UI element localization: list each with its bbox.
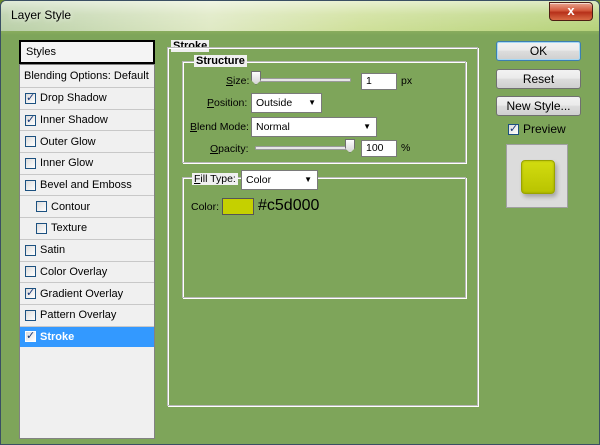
style-checkbox[interactable] xyxy=(25,286,36,300)
style-checkbox[interactable] xyxy=(25,91,36,104)
window-title: Layer Style xyxy=(11,8,72,22)
preview-checkbox[interactable] xyxy=(508,122,519,135)
style-item-pattern-overlay[interactable]: Pattern Overlay xyxy=(20,303,154,326)
style-item-texture[interactable]: Texture xyxy=(20,217,154,239)
color-label: Color: xyxy=(191,201,220,213)
structure-title: Structure xyxy=(194,55,247,67)
opacity-label: Opacity: xyxy=(210,143,249,155)
styles-list: Styles Blending Options: Default Drop Sh… xyxy=(19,40,155,439)
fill-type-label: Fill Type: xyxy=(192,173,238,185)
style-item-label: Stroke xyxy=(40,330,75,343)
style-item-contour[interactable]: Contour xyxy=(20,195,154,217)
style-checkbox[interactable] xyxy=(25,136,36,148)
blend-mode-label: Blend Mode: xyxy=(190,121,249,133)
style-item-bevel-and-emboss[interactable]: Bevel and Emboss xyxy=(20,173,154,196)
size-label: Size: xyxy=(226,75,250,87)
opacity-unit: % xyxy=(401,142,411,154)
style-item-label: Texture xyxy=(51,222,88,235)
style-checkbox[interactable] xyxy=(25,244,36,256)
style-item-color-overlay[interactable]: Color Overlay xyxy=(20,260,154,283)
blend-mode-value: Normal xyxy=(256,121,290,133)
size-input[interactable]: 1 xyxy=(361,73,397,90)
size-unit: px xyxy=(401,75,413,87)
blending-options-item[interactable]: Blending Options: Default xyxy=(20,64,154,87)
fill-type-group xyxy=(182,177,466,298)
ok-button[interactable]: OK xyxy=(496,41,581,61)
position-value: Outside xyxy=(256,97,293,109)
blend-mode-select[interactable]: Normal ▼ xyxy=(251,117,377,137)
style-item-label: Inner Glow xyxy=(40,157,94,170)
size-slider-track[interactable] xyxy=(255,78,351,82)
chevron-down-icon: ▼ xyxy=(308,98,316,107)
preview-toggle[interactable]: Preview xyxy=(508,122,566,136)
close-icon: x xyxy=(567,3,575,18)
style-item-label: Color Overlay xyxy=(40,265,108,278)
new-style-button[interactable]: New Style... xyxy=(496,96,581,116)
style-item-stroke[interactable]: Stroke xyxy=(20,325,154,348)
preview-swatch xyxy=(521,160,555,194)
style-item-gradient-overlay[interactable]: Gradient Overlay xyxy=(20,282,154,304)
style-checkbox[interactable] xyxy=(36,222,47,234)
style-checkbox[interactable] xyxy=(25,329,36,343)
opacity-slider-track[interactable] xyxy=(255,146,353,150)
style-checkbox[interactable] xyxy=(25,113,36,126)
style-checkbox[interactable] xyxy=(25,309,36,321)
style-item-satin[interactable]: Satin xyxy=(20,238,154,261)
position-label: Position: xyxy=(207,97,248,109)
style-item-label: Gradient Overlay xyxy=(40,287,124,300)
preview-label: Preview xyxy=(523,122,566,136)
style-item-label: Pattern Overlay xyxy=(40,309,117,322)
style-item-label: Outer Glow xyxy=(40,135,96,148)
styles-header[interactable]: Styles xyxy=(19,40,155,64)
style-item-label: Bevel and Emboss xyxy=(40,179,132,192)
opacity-input[interactable]: 100 xyxy=(361,140,397,157)
style-item-label: Satin xyxy=(40,244,66,257)
chevron-down-icon: ▼ xyxy=(363,122,371,131)
style-item-label: Inner Shadow xyxy=(40,114,108,127)
reset-button[interactable]: Reset xyxy=(496,69,581,89)
preview-box xyxy=(506,144,568,208)
style-checkbox[interactable] xyxy=(25,266,36,278)
fill-type-select[interactable]: Color ▼ xyxy=(241,170,318,190)
chevron-down-icon: ▼ xyxy=(304,175,312,184)
title-bar[interactable]: Layer Style x xyxy=(1,1,599,31)
color-hex-text: #c5d000 xyxy=(258,197,320,214)
position-select[interactable]: Outside ▼ xyxy=(251,93,322,113)
style-item-inner-shadow[interactable]: Inner Shadow xyxy=(20,108,154,131)
style-item-inner-glow[interactable]: Inner Glow xyxy=(20,152,154,174)
close-button[interactable]: x xyxy=(549,2,593,21)
style-checkbox[interactable] xyxy=(36,201,47,213)
style-item-outer-glow[interactable]: Outer Glow xyxy=(20,130,154,152)
style-item-label: Contour xyxy=(51,200,91,213)
style-checkbox[interactable] xyxy=(25,157,36,169)
fill-type-value: Color xyxy=(246,174,272,186)
style-item-label: Drop Shadow xyxy=(40,92,107,105)
style-item-drop-shadow[interactable]: Drop Shadow xyxy=(20,87,154,109)
color-swatch[interactable] xyxy=(222,198,254,215)
style-checkbox[interactable] xyxy=(25,179,36,191)
